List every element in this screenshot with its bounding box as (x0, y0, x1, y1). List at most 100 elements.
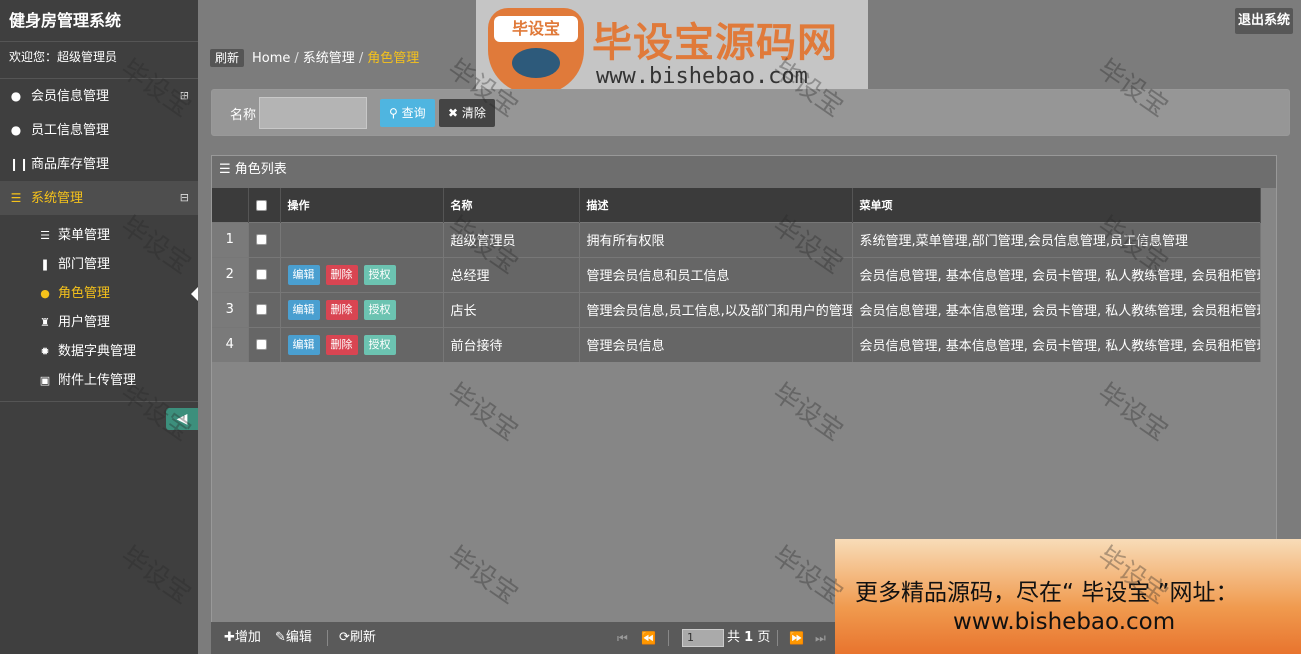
page-total-prefix: 共 (727, 630, 741, 645)
header-name: 名称 (443, 188, 580, 222)
gear-icon: ✹ (40, 345, 50, 358)
system-submenu: ☰ 菜单管理 ❚ 部门管理 ● 角色管理 ♜ 用户管理 ✹ 数据字典管理 ▣ 附件上传管理 (0, 215, 198, 402)
prev-page-icon[interactable]: ⏪ (641, 622, 656, 654)
logout-button[interactable]: 退出系统 (1234, 8, 1293, 34)
ad-text: 更多精品源码，尽在“ 毕设宝 ”网址： (855, 580, 1239, 606)
row-checkbox[interactable] (255, 269, 267, 280)
authorize-button[interactable]: 授权 (363, 334, 396, 355)
row-checkbox[interactable] (255, 234, 267, 245)
next-page-icon[interactable]: ⏩ (789, 622, 804, 654)
table-row[interactable]: 1 超级管理员 拥有所有权限 系统管理,菜单管理,部门管理,会员信息管理,员工信… (212, 221, 1261, 257)
sidebar-item-system[interactable]: ☰ 系统管理 ⊟ (0, 181, 198, 215)
add-label: 增加 (234, 630, 261, 645)
role-table: 操作 名称 描述 菜单项 1 超级管理员 拥有所有权限 系统管理,菜单管理,部门… (212, 188, 1261, 362)
delete-button[interactable]: 删除 (325, 299, 358, 320)
row-checkbox[interactable] (255, 304, 267, 315)
collapse-icon[interactable]: ⊟ (180, 181, 189, 215)
list-icon: ☰ (219, 162, 235, 177)
query-button[interactable]: ⚲ 查询 (380, 99, 435, 127)
row-checkbox-cell[interactable] (248, 291, 281, 327)
sidebar-item-dictionary[interactable]: ✹ 数据字典管理 (0, 337, 198, 366)
refresh-icon: ⟳ (339, 630, 350, 645)
search-panel: 名称 ⚲ 查询 ✖ 清除 (211, 89, 1290, 136)
sidebar-item-department[interactable]: ❚ 部门管理 (0, 250, 198, 279)
add-button[interactable]: ✚增加 (224, 622, 261, 654)
row-checkbox-cell[interactable] (248, 221, 281, 257)
list-icon: ☰ (10, 191, 22, 205)
breadcrumb-home[interactable]: Home (252, 51, 290, 66)
sidebar-item-label: 用户管理 (58, 315, 111, 330)
ad-banner[interactable]: 更多精品源码，尽在“ 毕设宝 ”网址： www.bishebao.com (835, 539, 1301, 654)
row-menus: 会员信息管理, 基本信息管理, 会员卡管理, 私人教练管理, 会员租柜管理, (852, 256, 1261, 292)
row-desc: 管理会员信息 (579, 326, 853, 362)
row-menus: 系统管理,菜单管理,部门管理,会员信息管理,员工信息管理 (852, 221, 1261, 257)
header-rownum (212, 188, 249, 222)
row-checkbox[interactable] (255, 339, 267, 351)
delete-button[interactable]: 删除 (325, 334, 358, 355)
divider (668, 630, 669, 646)
table-row[interactable]: 3 编辑 删除 授权 店长 管理会员信息,员工信息,以及部门和用户的管理 会员信息管… (212, 291, 1261, 327)
row-checkbox-cell[interactable] (248, 256, 281, 292)
breadcrumb-section[interactable]: 系统管理 (303, 51, 355, 66)
name-search-input[interactable] (259, 97, 367, 129)
refresh-button[interactable]: 刷新 (210, 49, 245, 67)
sidebar-item-attachment[interactable]: ▣ 附件上传管理 (0, 366, 198, 395)
header-desc: 描述 (579, 188, 853, 222)
footer-refresh-button[interactable]: ⟳刷新 (339, 622, 376, 654)
row-name: 总经理 (443, 256, 580, 292)
footer-edit-button[interactable]: ✎编辑 (275, 622, 312, 654)
menu-icon: ☰ (40, 229, 50, 242)
sidebar: 健身房管理系统 欢迎您：超级管理员 ● 会员信息管理 ⊞ ● 员工信息管理 ❙❙ 商品… (0, 0, 198, 654)
header-actions: 操作 (280, 188, 444, 222)
sidebar-collapse-button[interactable]: ◀ (166, 408, 198, 430)
page-total: 共 1 页 (727, 622, 770, 654)
search-icon: ⚲ (389, 106, 402, 120)
welcome-text: 欢迎您：超级管理员 (0, 42, 198, 79)
row-number: 3 (212, 291, 249, 327)
row-name: 前台接待 (443, 326, 580, 362)
sidebar-item-inventory[interactable]: ❙❙ 商品库存管理 (0, 147, 198, 181)
logo-watermark: 毕设宝 毕设宝源码网 www.bishebao.com (476, 0, 868, 103)
logo-url: www.bishebao.com (596, 64, 808, 89)
sidebar-item-menu[interactable]: ☰ 菜单管理 (0, 221, 198, 250)
edit-button[interactable]: 编辑 (287, 334, 320, 355)
last-page-icon[interactable]: ⏭ (815, 622, 826, 654)
clear-button[interactable]: ✖ 清除 (439, 99, 495, 127)
breadcrumb-separator: / (294, 51, 299, 66)
edit-icon: ✎ (275, 630, 286, 645)
sidebar-item-user[interactable]: ♜ 用户管理 (0, 308, 198, 337)
sidebar-item-label: 系统管理 (31, 191, 84, 206)
sidebar-item-label: 员工信息管理 (31, 123, 110, 138)
query-label: 查询 (401, 106, 426, 120)
sidebar-item-label: 附件上传管理 (58, 373, 137, 388)
cutlery-icon: ❙❙ (9, 157, 30, 171)
page-number-input[interactable]: 1 (682, 629, 724, 647)
edit-button[interactable]: 编辑 (287, 264, 320, 285)
page-total-count: 1 (744, 630, 754, 645)
first-page-icon[interactable]: ⏮ (617, 622, 628, 654)
sidebar-item-label: 商品库存管理 (31, 157, 110, 172)
edit-button[interactable]: 编辑 (287, 299, 320, 320)
header-checkbox[interactable] (248, 188, 281, 222)
sidebar-item-role[interactable]: ● 角色管理 (0, 279, 198, 308)
row-actions: 编辑 删除 授权 (280, 291, 444, 327)
select-all-checkbox[interactable] (255, 199, 267, 211)
table-row[interactable]: 4 编辑 删除 授权 前台接待 管理会员信息 会员信息管理, 基本信息管理, 会员卡… (212, 326, 1261, 362)
delete-button[interactable]: 删除 (325, 264, 358, 285)
edit-label: 编辑 (285, 630, 312, 645)
expand-icon[interactable]: ⊞ (180, 79, 189, 113)
sidebar-item-member[interactable]: ● 会员信息管理 ⊞ (0, 79, 198, 113)
table-row[interactable]: 2 编辑 删除 授权 总经理 管理会员信息和员工信息 会员信息管理, 基本信息管理,… (212, 256, 1261, 292)
authorize-button[interactable]: 授权 (363, 264, 396, 285)
search-label: 名称 (230, 108, 257, 123)
authorize-button[interactable]: 授权 (363, 299, 396, 320)
briefcase-icon: ▣ (39, 374, 51, 387)
collapse-arrow-icon: ◀ (176, 411, 188, 427)
sidebar-item-staff[interactable]: ● 员工信息管理 (0, 113, 198, 147)
app-title: 健身房管理系统 (0, 0, 198, 42)
row-name: 超级管理员 (443, 221, 580, 257)
user-icon: ● (40, 287, 50, 300)
panel-header: ☰ 角色列表 (212, 156, 1276, 188)
row-checkbox-cell[interactable] (248, 326, 281, 362)
row-actions: 编辑 删除 授权 (280, 256, 444, 292)
